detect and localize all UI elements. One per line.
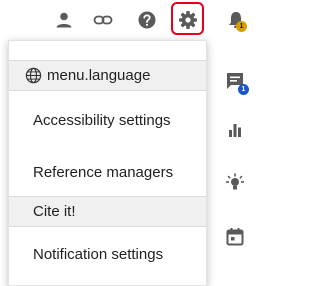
settings-highlight bbox=[171, 2, 204, 35]
top-toolbar: 1 bbox=[0, 0, 254, 40]
globe-icon bbox=[25, 67, 42, 84]
help-icon[interactable] bbox=[137, 10, 157, 30]
bar-chart-icon[interactable] bbox=[224, 119, 246, 141]
reference-managers-item[interactable]: Reference managers bbox=[9, 149, 206, 196]
accessibility-settings-item[interactable]: Accessibility settings bbox=[9, 92, 206, 148]
chat-badge: 1 bbox=[238, 84, 249, 95]
language-menu-item[interactable]: menu.language bbox=[9, 60, 206, 91]
calendar-icon[interactable] bbox=[224, 226, 246, 248]
notifications-badge: 1 bbox=[236, 21, 247, 32]
lightbulb-icon[interactable] bbox=[224, 172, 246, 194]
accessibility-settings-label: Accessibility settings bbox=[33, 111, 171, 129]
link-icon[interactable] bbox=[93, 10, 113, 30]
notification-settings-label: Notification settings bbox=[33, 245, 164, 263]
cite-it-label: Cite it! bbox=[33, 203, 76, 220]
language-label: menu.language bbox=[47, 67, 151, 84]
cite-it-section[interactable]: Cite it! bbox=[9, 196, 206, 227]
user-icon[interactable] bbox=[54, 10, 74, 30]
notification-settings-item[interactable]: Notification settings bbox=[9, 228, 206, 280]
reference-managers-label: Reference managers bbox=[33, 164, 174, 181]
settings-menu: menu.language Accessibility settings Ref… bbox=[8, 40, 207, 286]
